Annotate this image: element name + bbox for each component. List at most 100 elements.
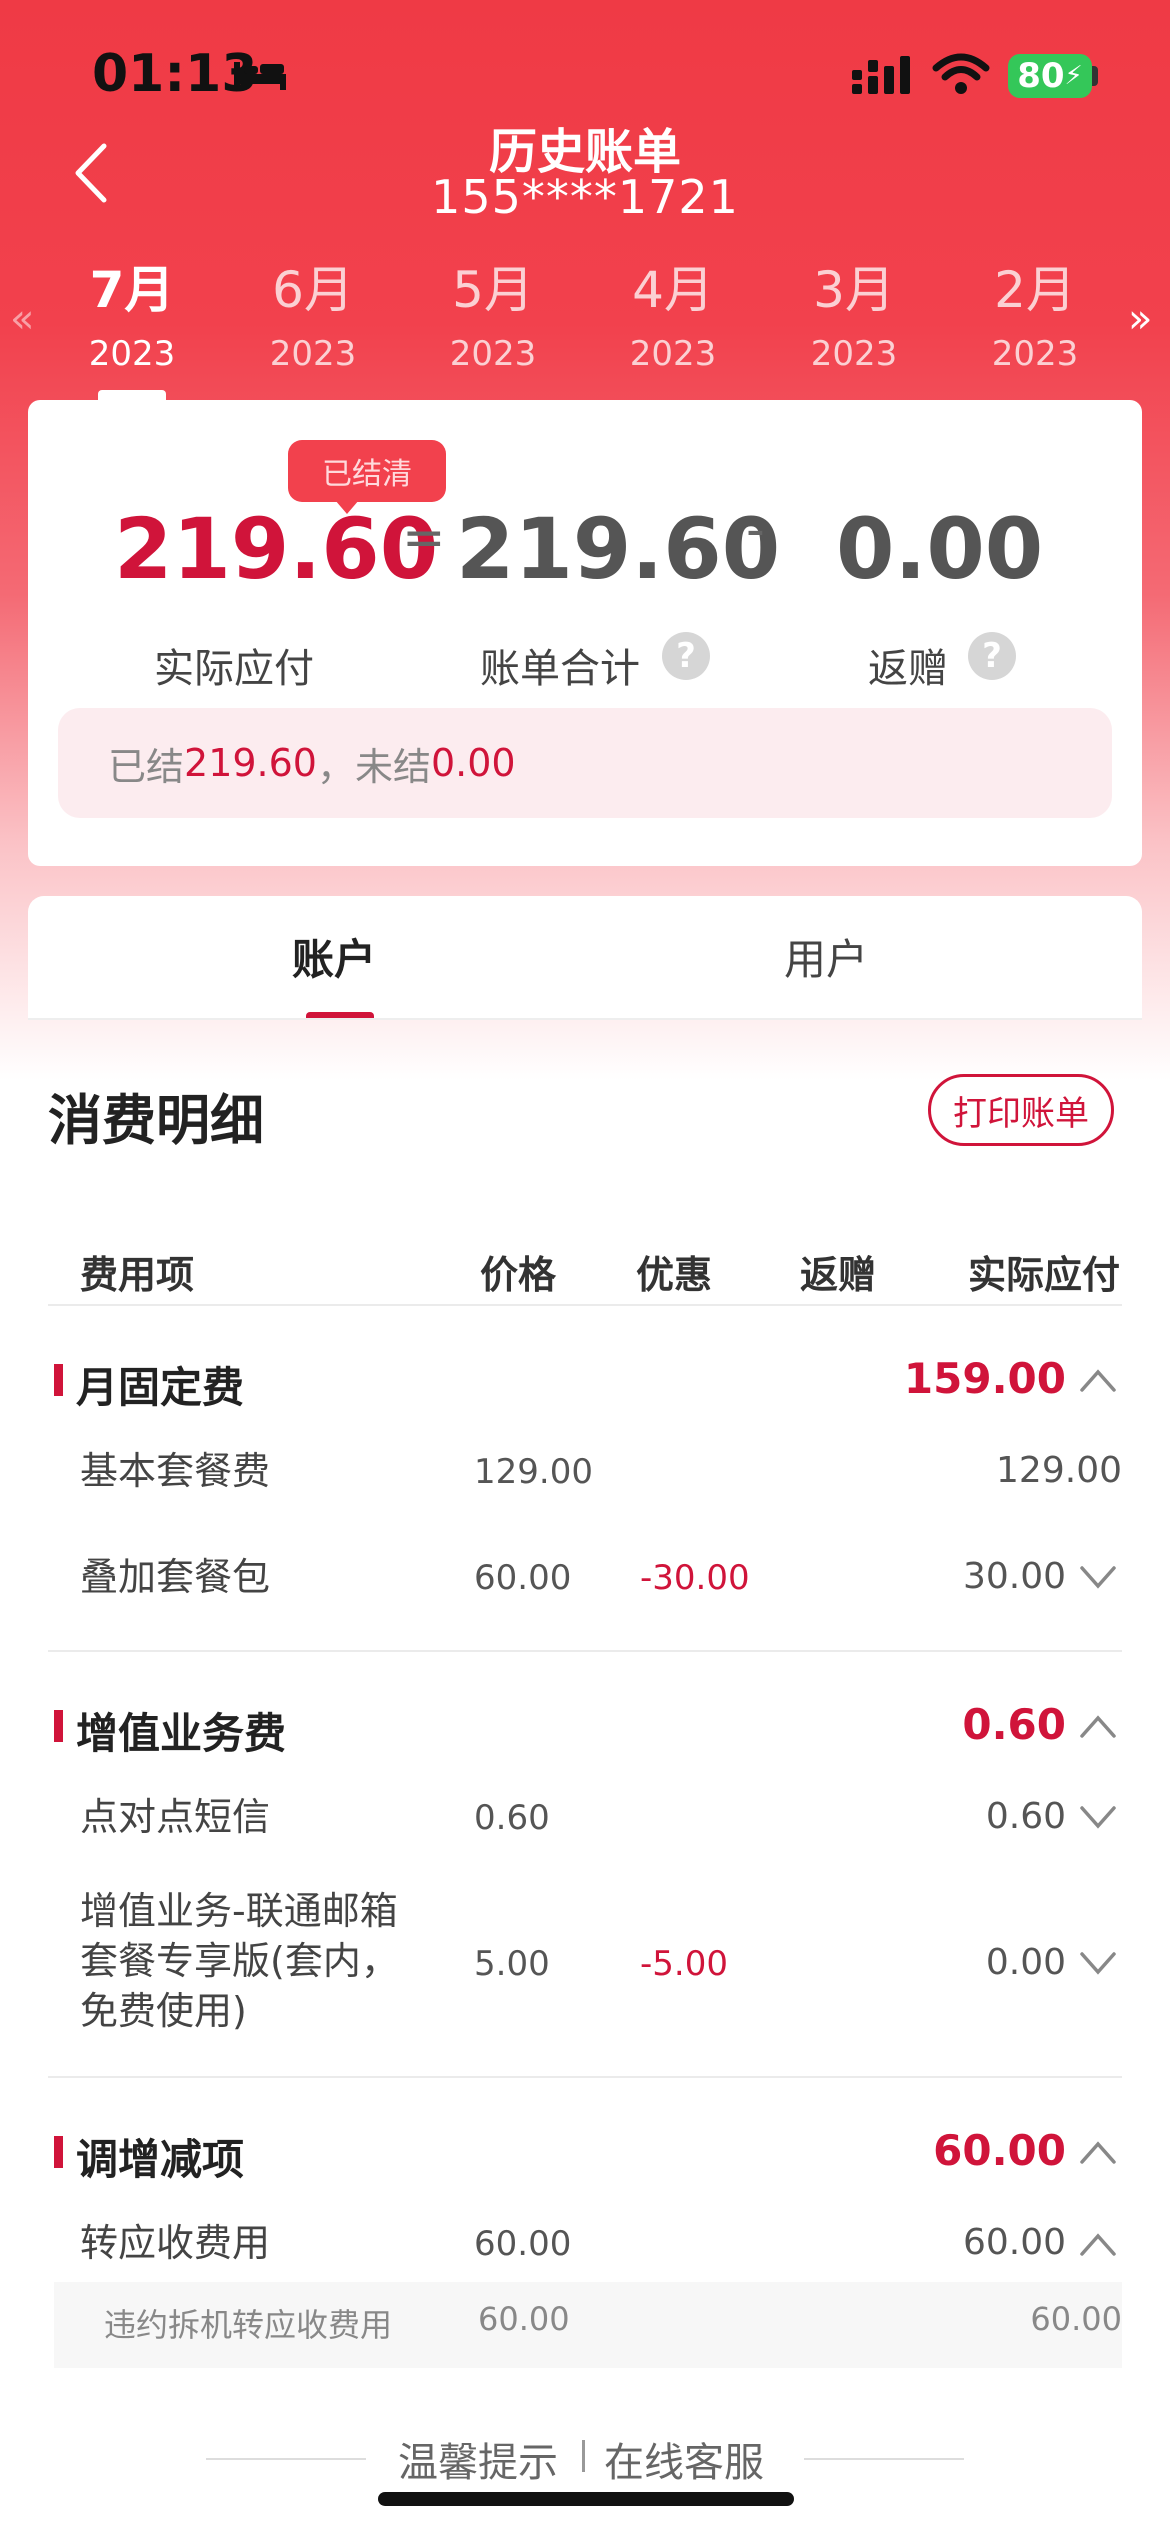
month-label: 4月	[632, 261, 714, 319]
divider	[28, 1018, 1142, 1020]
divider	[48, 2076, 1122, 2078]
month-tab-2[interactable]: 2月 2023	[960, 250, 1110, 374]
settle-status: 已结 219.60 ，未结 0.00	[58, 708, 1112, 818]
month-tab-6[interactable]: 6月 2023	[238, 250, 388, 374]
category-marker	[54, 2136, 63, 2168]
month-tab-5[interactable]: 5月 2023	[418, 250, 568, 374]
tips-link[interactable]: 温馨提示	[398, 2430, 558, 2488]
item-name: 转应收费用	[80, 2221, 271, 2265]
column-item: 费用项	[80, 1253, 195, 1297]
month-label: 2月	[994, 261, 1076, 319]
divider	[804, 2458, 964, 2460]
month-label: 6月	[272, 261, 354, 319]
month-tab-3[interactable]: 3月 2023	[779, 250, 929, 374]
total-amount: 219.60	[456, 500, 781, 598]
column-gift: 返赠	[800, 1253, 877, 1297]
chevron-up-icon[interactable]	[1078, 1712, 1118, 1740]
settled-value: 219.60	[184, 741, 317, 785]
chevron-down-icon[interactable]	[1078, 1804, 1118, 1832]
category-amount: 0.60	[962, 1700, 1066, 1749]
divider	[48, 1304, 1122, 1306]
year-label: 2023	[269, 334, 357, 374]
year-label: 2023	[810, 334, 898, 374]
help-icon[interactable]: ?	[662, 632, 710, 680]
unsettled-value: 0.00	[431, 741, 516, 785]
year-label: 2023	[449, 334, 537, 374]
wifi-icon	[932, 53, 990, 94]
divider	[48, 1650, 1122, 1652]
year-label: 2023	[88, 334, 176, 374]
item-name-multiline: 增值业务-联通邮箱 套餐专享版(套内， 免费使用)	[80, 1886, 399, 2036]
actual-label: 实际应付	[154, 646, 314, 692]
item-discount: -5.00	[640, 1944, 728, 1984]
tab-user[interactable]: 用户	[784, 926, 868, 987]
item-actual: 0.00	[985, 1942, 1066, 1983]
item-actual: 129.00	[996, 1450, 1122, 1491]
year-label: 2023	[991, 334, 1079, 374]
month-label: 7月	[89, 261, 175, 319]
item-name-line: 套餐专享版(套内，	[80, 1939, 399, 1983]
item-actual: 60.00	[962, 2222, 1066, 2263]
bed-icon	[234, 62, 286, 90]
actual-amount: 219.60	[114, 500, 439, 598]
chevron-up-icon[interactable]	[1078, 2138, 1118, 2166]
category-marker	[54, 1364, 63, 1396]
gift-amount: 0.00	[836, 500, 1044, 598]
chevron-down-icon[interactable]	[1078, 1564, 1118, 1592]
month-tab-7[interactable]: 7月 2023	[57, 250, 207, 374]
equals-sign: =	[402, 508, 446, 568]
chevron-up-icon[interactable]	[1078, 2230, 1118, 2258]
item-price: 5.00	[474, 1944, 550, 1984]
settled-prefix: 已结	[108, 744, 185, 789]
gift-label: 返赠	[868, 646, 948, 692]
item-price: 60.00	[474, 1558, 572, 1598]
online-service-link[interactable]: 在线客服	[604, 2430, 764, 2488]
column-price: 价格	[480, 1253, 557, 1297]
month-label: 3月	[813, 261, 895, 319]
minus-sign: -	[746, 500, 765, 560]
item-name-line: 增值业务-联通邮箱	[80, 1889, 398, 1933]
footer-separator	[582, 2440, 585, 2472]
category-title: 增值业务费	[76, 1709, 287, 1758]
battery-tip	[1092, 66, 1098, 86]
category-amount: 60.00	[933, 2126, 1066, 2175]
chevron-up-icon[interactable]	[1078, 1366, 1118, 1394]
year-label: 2023	[629, 334, 717, 374]
item-actual: 30.00	[962, 1556, 1066, 1597]
print-bill-button[interactable]: 打印账单	[928, 1074, 1114, 1146]
help-icon[interactable]: ?	[968, 632, 1016, 680]
phone-number: 155****1721	[431, 170, 739, 224]
signal-icon	[852, 56, 910, 94]
item-name: 基本套餐费	[80, 1449, 271, 1493]
tab-account[interactable]: 账户	[292, 926, 376, 987]
item-price: 60.00	[474, 2224, 572, 2264]
settled-badge: 已结清	[288, 440, 446, 502]
item-price: 0.60	[474, 1798, 550, 1838]
category-amount: 159.00	[903, 1354, 1066, 1403]
column-actual: 实际应付	[968, 1253, 1121, 1297]
chevron-down-icon[interactable]	[1078, 1950, 1118, 1978]
item-actual: 0.60	[985, 1796, 1066, 1837]
month-tab-4[interactable]: 4月 2023	[598, 250, 748, 374]
month-active-indicator	[98, 390, 166, 400]
item-discount: -30.00	[640, 1558, 750, 1598]
item-name: 点对点短信	[80, 1795, 271, 1839]
sub-item-actual: 60.00	[1030, 2300, 1122, 2338]
footer	[0, 2380, 1170, 2532]
category-title: 调增减项	[76, 2135, 245, 2184]
sub-item-name: 违约拆机转应收费用	[104, 2306, 393, 2344]
item-price: 129.00	[474, 1452, 593, 1492]
month-next-icon[interactable]: »	[1128, 296, 1152, 342]
category-marker	[54, 1710, 63, 1742]
sub-item-price: 60.00	[478, 2300, 570, 2338]
item-name: 叠加套餐包	[80, 1555, 271, 1599]
divider	[206, 2458, 366, 2460]
total-label: 账单合计	[480, 646, 640, 692]
battery-icon: 80 ⚡	[1008, 54, 1092, 98]
item-name-line: 免费使用)	[80, 1989, 247, 2033]
home-indicator[interactable]	[378, 2492, 794, 2506]
column-discount: 优惠	[636, 1253, 713, 1297]
detail-title: 消费明细	[48, 1089, 264, 1152]
month-prev-icon[interactable]: «	[10, 296, 34, 342]
tabs-card	[28, 896, 1142, 1018]
